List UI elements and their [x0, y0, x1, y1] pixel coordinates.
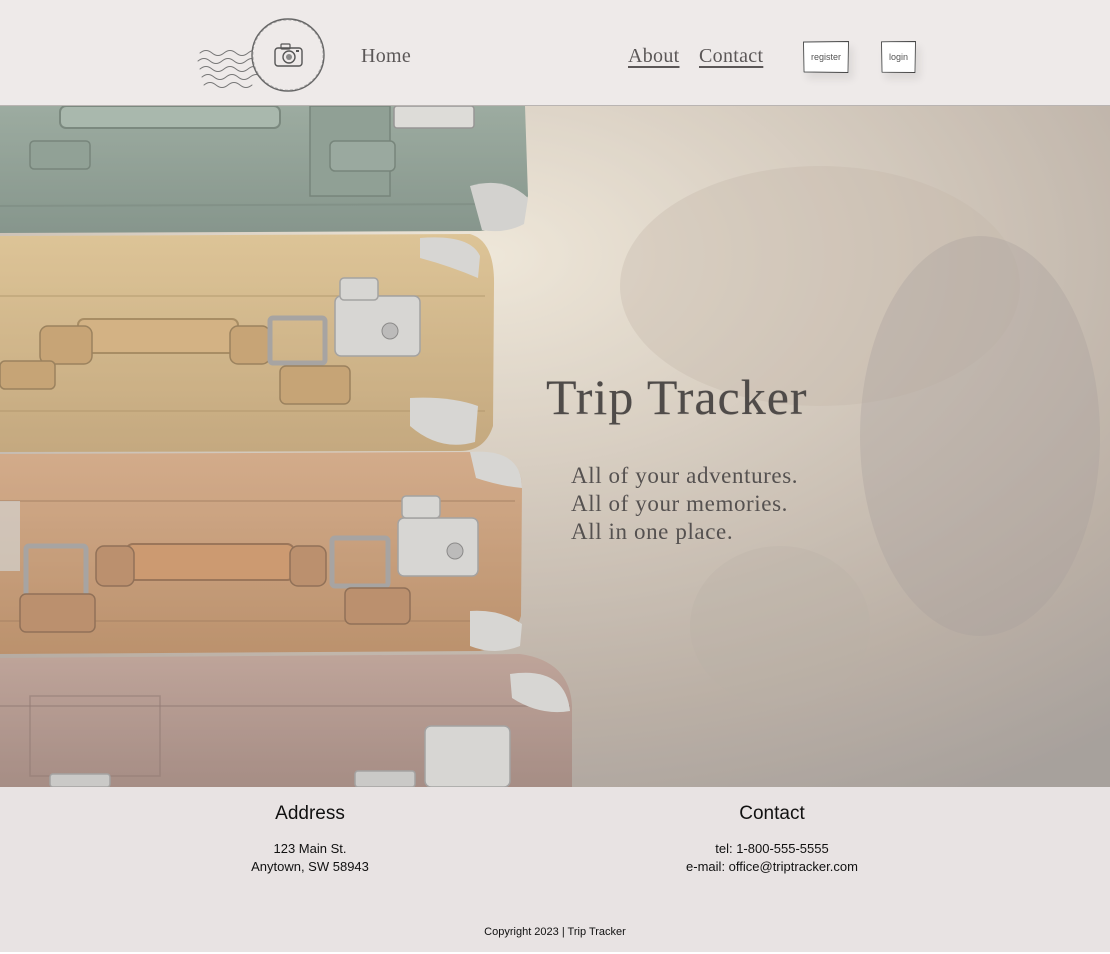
footer-address-line-1: 123 Main St. — [273, 841, 347, 856]
hero-tagline-1: All of your adventures. — [571, 463, 799, 488]
footer-address-heading: Address — [275, 803, 345, 824]
footer-contact-column: Contact tel: 1-800-555-5555 e-mail: offi… — [622, 803, 922, 876]
camera-postmark-icon[interactable] — [196, 15, 328, 95]
register-button-label: register — [810, 52, 841, 62]
hero-tagline-2: All of your memories. — [571, 491, 789, 516]
site-header: Home About Contact register login — [0, 0, 1110, 106]
footer-contact-email[interactable]: e-mail: office@triptracker.com — [622, 858, 922, 876]
footer-address-line-2: Anytown, SW 58943 — [251, 859, 369, 874]
site-footer: Address 123 Main St. Anytown, SW 58943 C… — [0, 787, 1110, 952]
nav-home-link[interactable]: Home — [361, 45, 411, 68]
hero-title: Trip Tracker — [546, 369, 808, 425]
footer-contact-heading: Contact — [739, 803, 805, 824]
hero-banner: Trip Tracker All of your adventures. All… — [0, 106, 1110, 787]
register-button[interactable]: register — [803, 41, 849, 73]
nav-contact-link[interactable]: Contact — [699, 45, 763, 68]
suitcases-background-image — [0, 106, 1110, 787]
footer-address-column: Address 123 Main St. Anytown, SW 58943 — [210, 803, 410, 876]
footer-contact-tel[interactable]: tel: 1-800-555-5555 — [622, 840, 922, 858]
copyright-text: Copyright 2023 | Trip Tracker — [484, 926, 626, 938]
login-button[interactable]: login — [881, 41, 916, 73]
hero-tagline-3: All in one place. — [571, 519, 734, 544]
login-button-label: login — [888, 52, 908, 62]
nav-about-link[interactable]: About — [628, 45, 680, 68]
